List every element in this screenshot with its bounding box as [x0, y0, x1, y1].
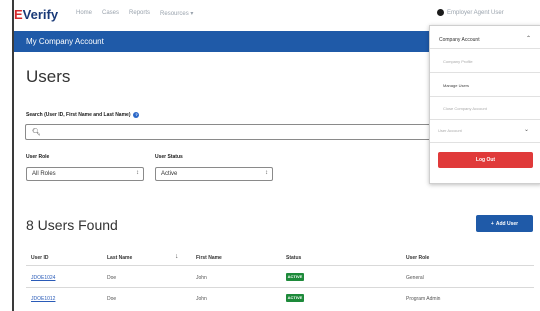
first-name-cell: John	[196, 296, 207, 302]
nav-link-resources[interactable]: Resources ▾	[160, 10, 193, 17]
account-header-title: My Company Account	[26, 37, 104, 46]
column-header-first-name[interactable]: First Name	[196, 255, 222, 261]
help-icon[interactable]: ?	[133, 112, 140, 118]
select-arrows-icon: ↕	[136, 170, 139, 176]
nav-link-cases[interactable]: Cases	[102, 10, 119, 17]
status-badge: ACTIVE	[286, 294, 304, 302]
menu-divider	[430, 119, 540, 120]
company-account-section-toggle[interactable]: Company Account ⌃	[430, 33, 539, 46]
first-name-cell: John	[196, 275, 207, 281]
nav-link-reports[interactable]: Reports	[129, 10, 150, 17]
menu-divider	[430, 72, 540, 73]
menu-item-close-company-account[interactable]: Close Company Account	[443, 106, 487, 111]
column-header-status[interactable]: Status	[286, 255, 301, 261]
user-status-label: User Status	[155, 154, 183, 160]
user-id-link[interactable]: JDOE1024	[31, 275, 55, 281]
menu-divider	[430, 142, 540, 143]
menu-item-company-profile[interactable]: Company Profile	[443, 59, 473, 64]
plus-icon: +	[490, 220, 494, 227]
sort-down-arrow-icon[interactable]: ↓	[175, 253, 179, 260]
everify-logo[interactable]: EVerify	[14, 7, 58, 22]
user-icon	[437, 9, 444, 16]
user-menu-label: Employer Agent User	[447, 9, 504, 16]
add-user-button[interactable]: + Add User	[476, 215, 533, 232]
search-icon: 🔍︎	[32, 129, 41, 136]
table-divider	[26, 287, 534, 288]
menu-divider	[430, 48, 540, 49]
user-role-cell: General	[406, 275, 424, 281]
table-divider	[26, 265, 534, 266]
results-count: 8 Users Found	[26, 217, 118, 233]
user-role-select[interactable]: All Roles ↕	[26, 167, 144, 181]
chevron-up-icon: ⌃	[525, 36, 531, 42]
last-name-cell: Doe	[107, 296, 117, 302]
column-header-last-name[interactable]: Last Name	[107, 255, 132, 261]
search-input[interactable]: 🔍︎	[25, 124, 439, 140]
user-dropdown-menu: Company Account ⌃ Company Profile Manage…	[429, 25, 540, 184]
select-arrows-icon: ↕	[265, 170, 268, 176]
menu-item-manage-users[interactable]: Manage Users	[443, 83, 469, 88]
left-frame	[0, 0, 14, 311]
page-title: Users	[26, 67, 71, 86]
nav-link-home[interactable]: Home	[76, 10, 92, 17]
user-role-label: User Role	[26, 154, 50, 160]
search-label: Search (User ID, First Name and Last Nam…	[26, 112, 140, 118]
chevron-down-icon: ⌄	[524, 127, 530, 133]
last-name-cell: Doe	[107, 275, 117, 281]
log-out-button[interactable]: Log Out	[438, 152, 533, 168]
chevron-down-icon: ▾	[190, 11, 194, 17]
column-header-user-id[interactable]: User ID	[31, 255, 49, 261]
user-role-cell: Program Admin	[406, 296, 441, 302]
column-header-user-role[interactable]: User Role	[406, 255, 429, 261]
user-id-link[interactable]: JDOE1012	[31, 296, 55, 302]
user-account-section-toggle[interactable]: User Account	[438, 128, 462, 133]
user-menu-toggle[interactable]: Employer Agent User	[437, 9, 504, 16]
menu-divider	[430, 96, 540, 97]
nav-links: Home Cases Reports Resources ▾	[76, 10, 193, 17]
user-status-select[interactable]: Active ↕	[155, 167, 273, 181]
status-badge: ACTIVE	[286, 273, 304, 281]
